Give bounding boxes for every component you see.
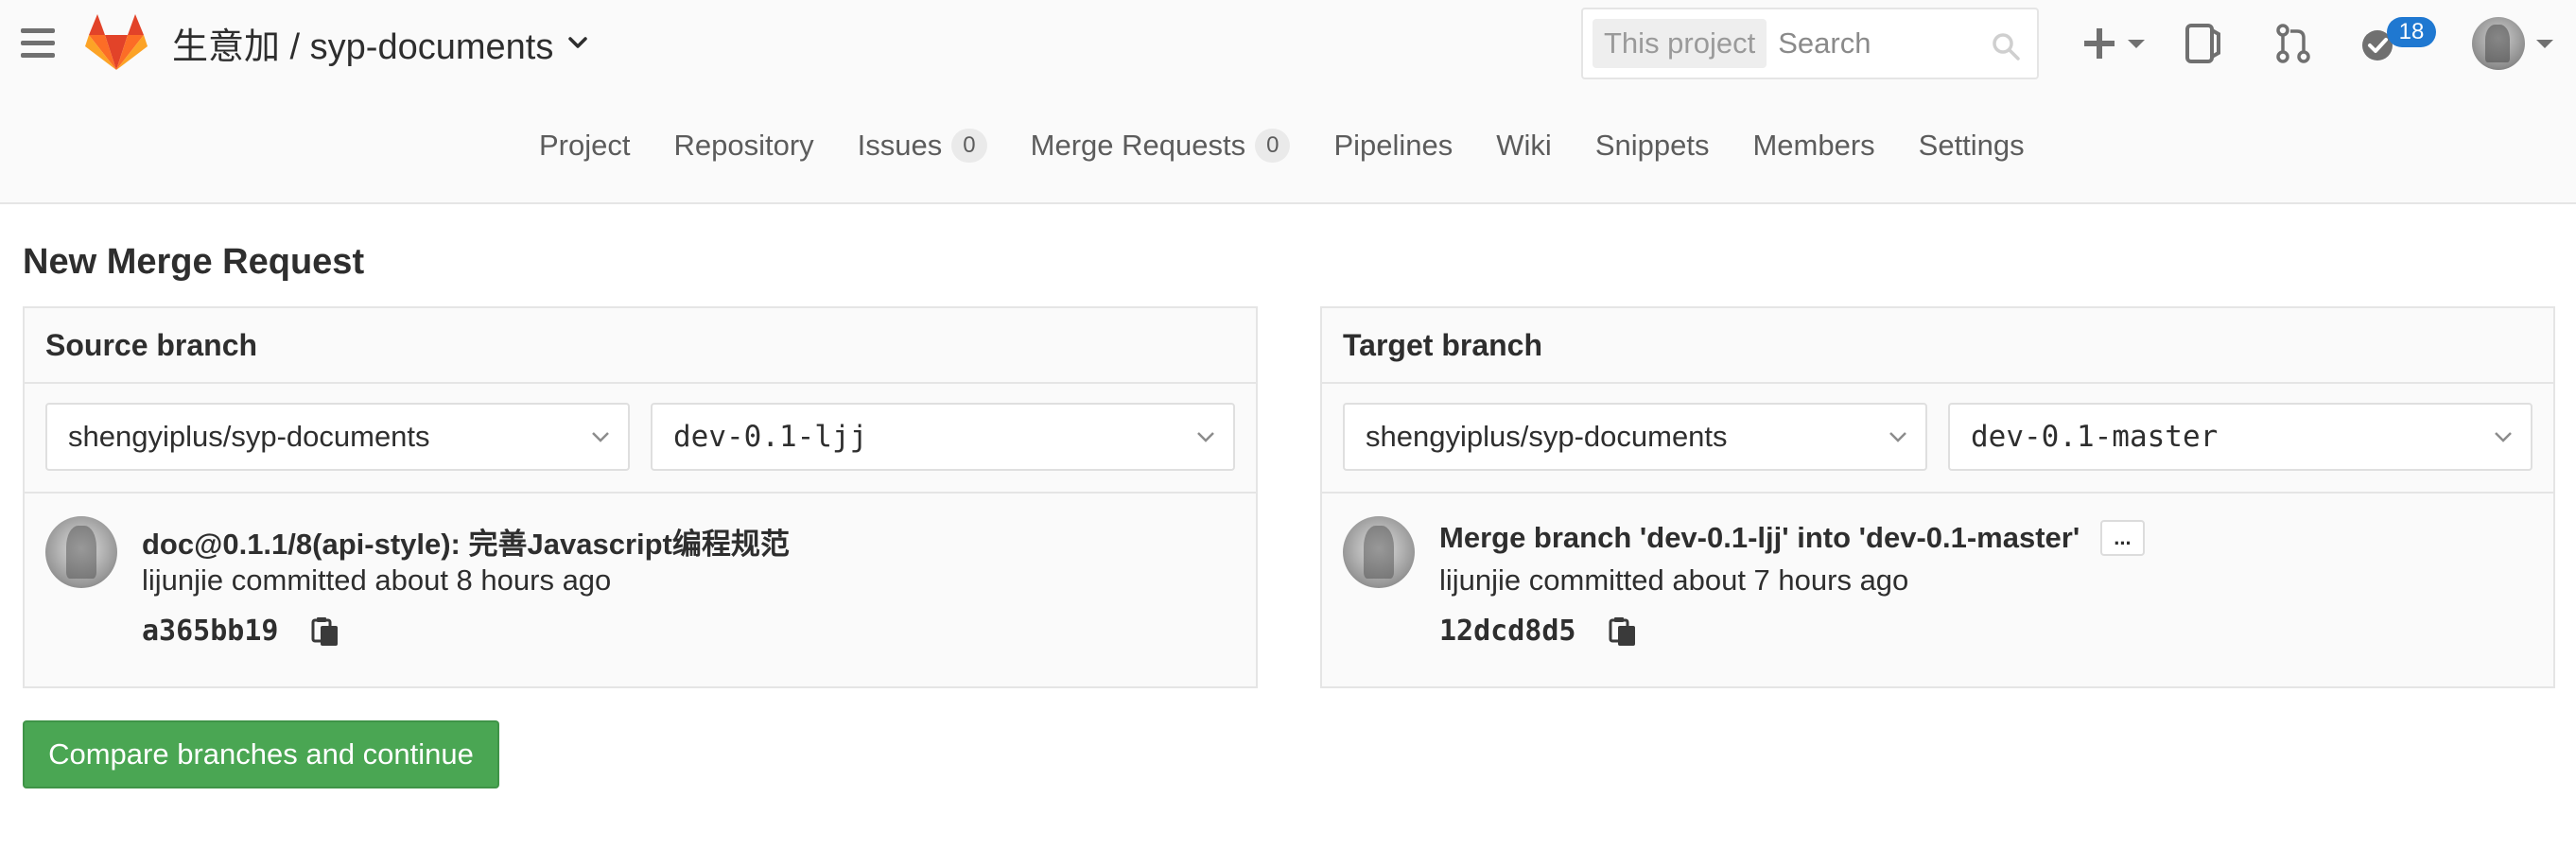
commit-meta: lijunjie committed about 7 hours ago	[1439, 563, 1909, 597]
commit-author-avatar[interactable]	[1343, 516, 1415, 588]
target-branch-panel: Target branch shengyiplus/syp-documents …	[1320, 306, 2555, 688]
panel-heading: Source branch	[25, 308, 1256, 384]
tab-pipelines[interactable]: Pipelines	[1333, 129, 1453, 163]
chevron-down-icon	[1197, 432, 1214, 442]
commit-title-text[interactable]: doc@0.1.1/8(api-style): 完善Javascript编程规范	[142, 520, 790, 563]
chevron-down-icon[interactable]	[566, 31, 589, 54]
commit-title[interactable]: doc@0.1.1/8(api-style): 完善Javascript编程规范	[142, 520, 790, 563]
expand-commit-message-button[interactable]: ...	[2100, 520, 2145, 556]
commit-info: doc@0.1.1/8(api-style): 完善Javascript编程规范…	[25, 494, 1256, 686]
tab-label: Wiki	[1496, 129, 1552, 162]
commit-info: Merge branch 'dev-0.1-ljj' into 'dev-0.1…	[1322, 494, 2553, 686]
chevron-down-icon	[1889, 432, 1906, 442]
chevron-down-icon	[2495, 432, 2512, 442]
user-avatar[interactable]	[2472, 17, 2525, 70]
commit-title[interactable]: Merge branch 'dev-0.1-ljj' into 'dev-0.1…	[1439, 520, 2145, 556]
gitlab-logo[interactable]	[85, 13, 148, 72]
compare-branches-button[interactable]: Compare branches and continue	[23, 720, 499, 788]
new-dropdown-button[interactable]	[2082, 21, 2147, 66]
page-title: New Merge Request	[23, 242, 365, 282]
tab-label: Members	[1752, 129, 1875, 162]
tab-label: Settings	[1918, 129, 2025, 162]
chevron-down-icon	[592, 432, 609, 442]
tab-label: Snippets	[1594, 129, 1710, 162]
commit-meta: lijunjie committed about 8 hours ago	[142, 563, 612, 597]
plus-icon	[2084, 28, 2115, 59]
todos-count-badge[interactable]: 18	[2387, 17, 2436, 47]
tab-repository[interactable]: Repository	[673, 129, 813, 163]
search-icon	[1993, 33, 2020, 61]
commit-sha[interactable]: 12dcd8d5	[1439, 615, 1576, 648]
tab-snippets[interactable]: Snippets	[1595, 129, 1710, 163]
select-value: shengyiplus/syp-documents	[1366, 420, 1728, 453]
search-input[interactable]: Search	[1778, 26, 1871, 61]
target-branch-select[interactable]: dev-0.1-master	[1948, 403, 2532, 471]
top-header: 生意加 / syp-documents This project Search	[0, 0, 2576, 89]
boards-icon[interactable]	[2184, 21, 2222, 66]
source-branch-panel: Source branch shengyiplus/syp-documents …	[23, 306, 1258, 688]
tab-merge-requests[interactable]: Merge Requests 0	[1031, 129, 1291, 163]
menu-icon[interactable]	[21, 28, 55, 61]
tab-members[interactable]: Members	[1752, 129, 1874, 163]
tab-issues[interactable]: Issues 0	[858, 129, 987, 163]
chevron-down-icon[interactable]	[2534, 36, 2555, 51]
tab-wiki[interactable]: Wiki	[1496, 129, 1552, 163]
project-nav: Project Repository Issues 0 Merge Reques…	[0, 89, 2576, 204]
issues-count-badge: 0	[951, 129, 987, 163]
tab-label: Project	[539, 129, 631, 162]
select-value: dev-0.1-ljj	[673, 420, 868, 454]
merge-requests-icon[interactable]	[2275, 21, 2311, 66]
project-title[interactable]: 生意加 / syp-documents	[172, 17, 589, 69]
source-branch-select[interactable]: dev-0.1-ljj	[651, 403, 1235, 471]
tab-label: Issues	[857, 129, 943, 162]
clipboard-icon[interactable]	[311, 616, 339, 647]
search-scope-label: This project	[1593, 19, 1767, 68]
source-project-select[interactable]: shengyiplus/syp-documents	[45, 403, 630, 471]
tab-project[interactable]: Project	[539, 129, 630, 163]
select-value: dev-0.1-master	[1971, 420, 2219, 454]
tab-label: Repository	[673, 129, 814, 162]
merge-requests-count-badge: 0	[1255, 129, 1291, 163]
chevron-down-icon	[2128, 40, 2145, 48]
tab-label: Merge Requests	[1030, 129, 1246, 162]
commit-author-avatar[interactable]	[45, 516, 117, 588]
commit-sha[interactable]: a365bb19	[142, 615, 279, 648]
commit-title-text[interactable]: Merge branch 'dev-0.1-ljj' into 'dev-0.1…	[1439, 521, 2080, 555]
search-box[interactable]: This project Search	[1581, 8, 2039, 79]
panel-heading: Target branch	[1322, 308, 2553, 384]
tab-settings[interactable]: Settings	[1919, 129, 2025, 163]
tab-label: Pipelines	[1333, 129, 1453, 162]
select-value: shengyiplus/syp-documents	[68, 420, 430, 453]
target-project-select[interactable]: shengyiplus/syp-documents	[1343, 403, 1927, 471]
project-path[interactable]: 生意加 / syp-documents	[172, 17, 553, 69]
clipboard-icon[interactable]	[1609, 616, 1637, 647]
